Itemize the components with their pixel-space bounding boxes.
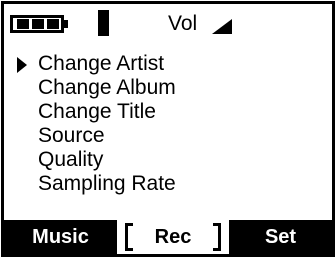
softkey-rec-label: Rec <box>154 226 192 248</box>
menu-item-label: Change Album <box>38 76 176 99</box>
menu-item-label: Change Artist <box>38 52 165 75</box>
bracket-right-icon <box>213 223 221 251</box>
battery-cell <box>47 19 59 29</box>
softkey-bar: Music Rec Set <box>4 220 332 254</box>
softkey-rec[interactable]: Rec <box>117 220 229 254</box>
menu-item-change-album[interactable]: Change Album <box>4 76 332 100</box>
menu-item-label: Change Title <box>38 100 156 123</box>
menu-item-label: Quality <box>38 148 104 171</box>
menu-item-label: Source <box>38 124 105 147</box>
selection-arrow-icon <box>17 57 27 73</box>
menu-item-change-artist[interactable]: Change Artist <box>4 52 332 76</box>
softkey-set[interactable]: Set <box>229 220 332 254</box>
battery-icon <box>10 15 64 33</box>
battery-cell <box>32 19 44 29</box>
device-screen: Vol Change Artist Change Album Change Ti… <box>1 1 335 257</box>
volume-label: Vol <box>168 12 198 35</box>
menu-item-change-title[interactable]: Change Title <box>4 100 332 124</box>
settings-menu: Change Artist Change Album Change Title … <box>4 52 332 196</box>
softkey-music[interactable]: Music <box>4 220 117 254</box>
menu-item-sampling-rate[interactable]: Sampling Rate <box>4 172 332 196</box>
signal-bar-icon <box>98 10 109 36</box>
bracket-left-icon <box>125 223 133 251</box>
menu-item-source[interactable]: Source <box>4 124 332 148</box>
battery-tip <box>63 20 68 28</box>
volume-ramp-icon <box>212 19 232 34</box>
status-bar: Vol <box>4 4 332 46</box>
menu-item-label: Sampling Rate <box>38 172 176 195</box>
menu-item-quality[interactable]: Quality <box>4 148 332 172</box>
battery-cell <box>17 19 29 29</box>
